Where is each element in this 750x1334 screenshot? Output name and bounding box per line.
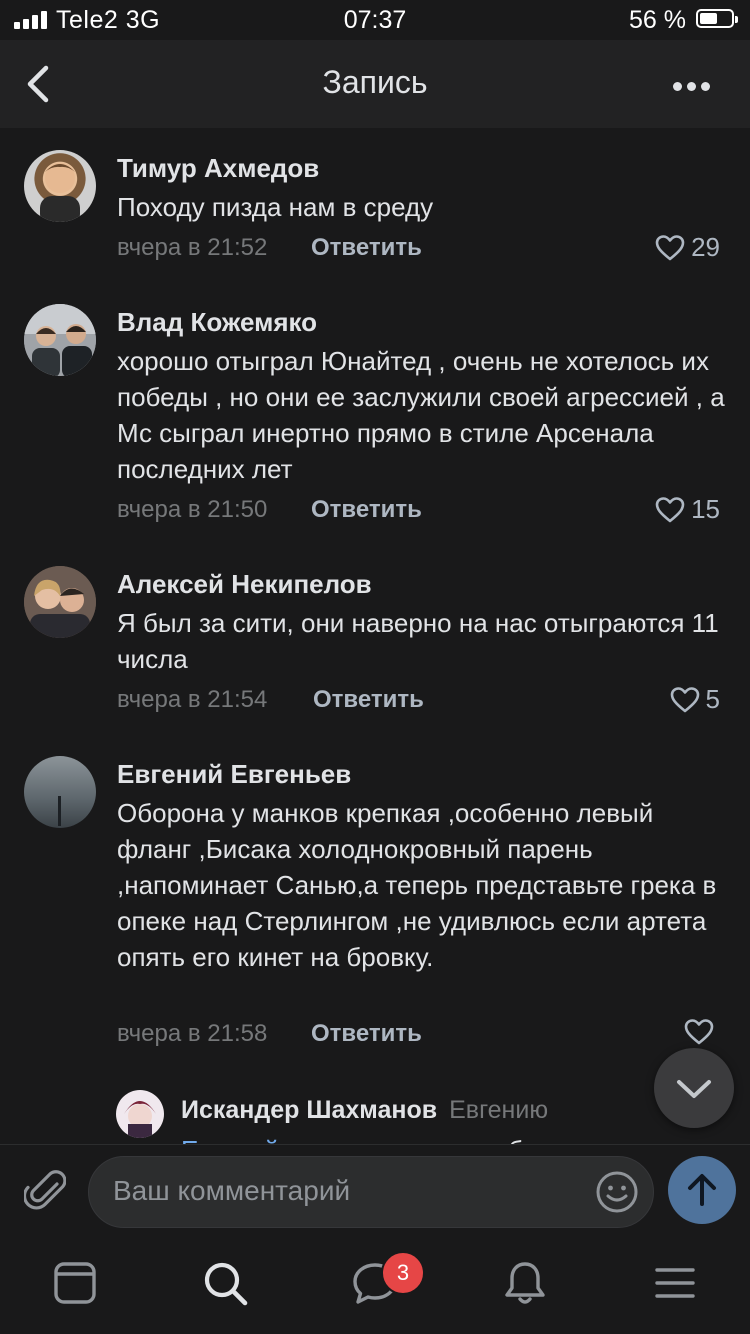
paperclip-icon[interactable] bbox=[22, 1167, 67, 1211]
search-icon bbox=[204, 1262, 248, 1306]
reply-button[interactable]: Ответить bbox=[311, 496, 422, 524]
comment-time: вчера в 21:54 bbox=[117, 686, 268, 713]
like-button[interactable]: 5 bbox=[670, 684, 720, 715]
page-title: Запись bbox=[322, 64, 428, 100]
comment-author[interactable]: Тимур Ахмедов bbox=[117, 153, 319, 184]
comment-author[interactable]: Евгений Евгеньев bbox=[117, 759, 351, 790]
avatar[interactable] bbox=[24, 304, 96, 376]
smile-icon[interactable] bbox=[595, 1170, 639, 1214]
status-bar: Tele2 3G 07:37 56 % bbox=[0, 0, 750, 40]
avatar[interactable] bbox=[116, 1090, 164, 1138]
comment-text: Походу пизда нам в среду bbox=[117, 192, 434, 222]
feed-icon bbox=[54, 1262, 96, 1304]
tab-bar bbox=[0, 1242, 750, 1334]
heart-icon bbox=[655, 496, 685, 522]
comment-text: хорошо отыграл Юнайтед , очень не хотело… bbox=[117, 346, 725, 484]
like-count: 29 bbox=[691, 232, 720, 262]
heart-icon bbox=[655, 234, 685, 260]
comment-time: вчера в 21:50 bbox=[117, 496, 268, 523]
comment-input-placeholder: Ваш комментарий bbox=[113, 1175, 351, 1206]
battery-percent: 56 % bbox=[629, 6, 686, 34]
avatar[interactable] bbox=[24, 566, 96, 638]
tab-search[interactable] bbox=[200, 1258, 250, 1308]
header-bar: Запись bbox=[0, 40, 750, 128]
like-button[interactable]: 15 bbox=[655, 494, 720, 525]
reply-to-label: Евгению bbox=[449, 1096, 549, 1124]
comment-author[interactable]: Алексей Некипелов bbox=[117, 569, 372, 600]
like-count: 15 bbox=[691, 494, 720, 524]
reply-button[interactable]: Ответить bbox=[311, 1020, 422, 1048]
send-button[interactable] bbox=[668, 1156, 736, 1224]
avatar[interactable] bbox=[24, 756, 96, 828]
heart-icon bbox=[670, 686, 699, 712]
like-count: 5 bbox=[705, 684, 720, 714]
avatar[interactable] bbox=[24, 150, 96, 222]
scroll-down-button[interactable] bbox=[654, 1048, 734, 1128]
comment-author[interactable]: Искандер Шахманов Евгению bbox=[181, 1096, 548, 1125]
reply-button[interactable]: Ответить bbox=[313, 686, 424, 714]
tab-notifications[interactable] bbox=[500, 1258, 550, 1308]
comment-text: Евгений, уж очень хочется быстрее bbox=[181, 1132, 721, 1144]
comment-composer: Ваш комментарий bbox=[0, 1144, 750, 1243]
comment-input[interactable]: Ваш комментарий bbox=[88, 1156, 654, 1228]
notifications-icon bbox=[505, 1262, 545, 1304]
menu-icon bbox=[655, 1268, 695, 1298]
comment-text: Я был за сити, они наверно на нас отыгра… bbox=[117, 608, 719, 674]
tab-feed[interactable] bbox=[50, 1258, 100, 1308]
like-button[interactable]: 29 bbox=[655, 232, 720, 263]
arrow-up-icon bbox=[688, 1174, 716, 1206]
battery-icon bbox=[696, 9, 738, 28]
comment-time: вчера в 21:52 bbox=[117, 234, 268, 261]
comments-list: Тимур Ахмедов Походу пизда нам в среду в… bbox=[0, 128, 750, 1144]
comment-text: Оборона у манков крепкая ,особенно левый… bbox=[117, 798, 717, 972]
more-horizontal-icon[interactable] bbox=[673, 82, 710, 91]
mention-link[interactable]: Евгений bbox=[181, 1135, 279, 1144]
heart-icon bbox=[684, 1019, 714, 1045]
messages-badge: 3 bbox=[381, 1251, 425, 1295]
tab-menu[interactable] bbox=[650, 1258, 700, 1308]
like-button[interactable] bbox=[684, 1018, 720, 1046]
comment-time: вчера в 21:58 bbox=[117, 1020, 268, 1047]
chevron-down-icon bbox=[677, 1080, 711, 1098]
reply-button[interactable]: Ответить bbox=[311, 234, 422, 262]
comment-author[interactable]: Влад Кожемяко bbox=[117, 307, 317, 338]
